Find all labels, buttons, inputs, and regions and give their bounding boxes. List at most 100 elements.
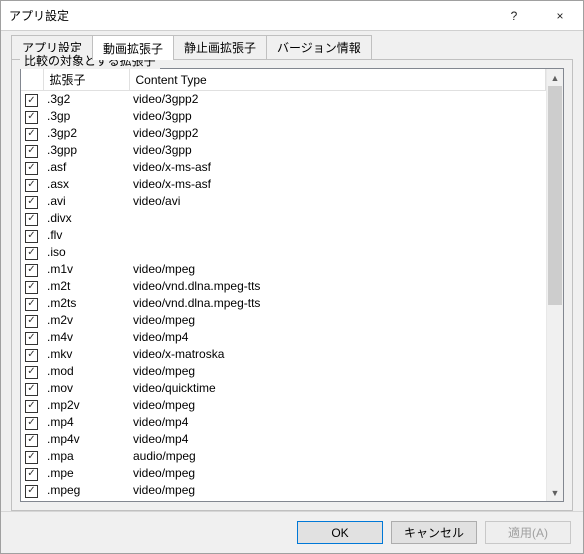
table-row[interactable]: ✓.asxvideo/x-ms-asf <box>21 176 546 193</box>
row-checkbox[interactable]: ✓ <box>25 315 38 328</box>
row-checkbox[interactable]: ✓ <box>25 179 38 192</box>
cell-content-type: video/x-ms-asf <box>129 159 546 176</box>
row-checkbox[interactable]: ✓ <box>25 298 38 311</box>
row-checkbox[interactable]: ✓ <box>25 111 38 124</box>
table-row[interactable]: ✓.divx <box>21 210 546 227</box>
help-icon: ? <box>511 9 518 23</box>
row-checkbox[interactable]: ✓ <box>25 417 38 430</box>
row-checkbox[interactable]: ✓ <box>25 451 38 464</box>
table-row[interactable]: ✓.mp4vvideo/mp4 <box>21 431 546 448</box>
cell-content-type: video/x-matroska <box>129 346 546 363</box>
table-row[interactable]: ✓ .mp4video/mp4 <box>21 414 546 431</box>
cell-content-type: video/mpeg <box>129 363 546 380</box>
table-row[interactable]: ✓ .m2vvideo/mpeg <box>21 312 546 329</box>
column-header-ext[interactable]: 拡張子 <box>43 69 129 91</box>
row-checkbox[interactable]: ✓ <box>25 468 38 481</box>
dialog-button-bar: OK キャンセル 適用(A) <box>1 511 583 553</box>
cell-content-type: video/3gpp <box>129 108 546 125</box>
cancel-button[interactable]: キャンセル <box>391 521 477 544</box>
close-button[interactable]: × <box>537 1 583 31</box>
cell-ext: .flv <box>43 227 129 244</box>
cell-ext: .mpe <box>43 465 129 482</box>
cell-content-type: video/mp4 <box>129 414 546 431</box>
titlebar: アプリ設定 ? × <box>1 1 583 31</box>
row-checkbox[interactable]: ✓ <box>25 94 38 107</box>
tab-version[interactable]: バージョン情報 <box>266 35 372 59</box>
table-row[interactable]: ✓.3gpvideo/3gpp <box>21 108 546 125</box>
table-row[interactable]: ✓.mpaaudio/mpeg <box>21 448 546 465</box>
row-checkbox[interactable]: ✓ <box>25 332 38 345</box>
table-row[interactable]: ✓.avivideo/avi <box>21 193 546 210</box>
close-icon: × <box>556 9 563 23</box>
cell-content-type <box>129 227 546 244</box>
row-checkbox[interactable]: ✓ <box>25 383 38 396</box>
chevron-up-icon: ▲ <box>551 73 560 83</box>
cell-ext: .mkv <box>43 346 129 363</box>
scroll-thumb[interactable] <box>548 86 562 305</box>
table-row[interactable]: ✓ .m1vvideo/mpeg <box>21 261 546 278</box>
scroll-down-button[interactable]: ▼ <box>547 484 563 501</box>
table-row[interactable]: ✓.m2tvideo/vnd.dlna.mpeg-tts <box>21 278 546 295</box>
group-extensions: 比較の対象とする拡張子 拡張子 Content Type ✓.3g2video/… <box>11 59 573 511</box>
table-row[interactable]: ✓ .m2tsvideo/vnd.dlna.mpeg-tts <box>21 295 546 312</box>
help-button[interactable]: ? <box>491 1 537 31</box>
row-checkbox[interactable]: ✓ <box>25 485 38 498</box>
ok-button[interactable]: OK <box>297 521 383 544</box>
row-checkbox[interactable]: ✓ <box>25 434 38 447</box>
table-row[interactable]: ✓.3g2video/3gpp2 <box>21 91 546 108</box>
row-checkbox[interactable]: ✓ <box>25 213 38 226</box>
tab-video-ext[interactable]: 動画拡張子 <box>92 35 174 60</box>
extensions-listview[interactable]: 拡張子 Content Type ✓.3g2video/3gpp2✓.3gpvi… <box>20 68 564 502</box>
cell-content-type: audio/mpeg <box>129 448 546 465</box>
apply-button[interactable]: 適用(A) <box>485 521 571 544</box>
table-row[interactable]: ✓.movvideo/quicktime <box>21 380 546 397</box>
cell-content-type: video/vnd.dlna.mpeg-tts <box>129 295 546 312</box>
cell-content-type: video/3gpp <box>129 142 546 159</box>
cell-ext: .avi <box>43 193 129 210</box>
row-checkbox[interactable]: ✓ <box>25 196 38 209</box>
cell-ext: .m2v <box>43 312 129 329</box>
row-checkbox[interactable]: ✓ <box>25 400 38 413</box>
row-checkbox[interactable]: ✓ <box>25 128 38 141</box>
table-row[interactable]: ✓.mp2vvideo/mpeg <box>21 397 546 414</box>
table-row[interactable]: ✓ .mkvvideo/x-matroska <box>21 346 546 363</box>
row-checkbox[interactable]: ✓ <box>25 366 38 379</box>
row-checkbox[interactable]: ✓ <box>25 162 38 175</box>
cell-ext: .m2ts <box>43 295 129 312</box>
cell-ext: .mpeg <box>43 482 129 499</box>
table-row[interactable]: ✓ .m4vvideo/mp4 <box>21 329 546 346</box>
table-row[interactable]: ✓.iso <box>21 244 546 261</box>
tab-label: 静止画拡張子 <box>184 41 256 55</box>
cell-content-type: video/mp4 <box>129 329 546 346</box>
scroll-up-button[interactable]: ▲ <box>547 69 563 86</box>
cell-ext: .m1v <box>43 261 129 278</box>
cell-content-type <box>129 210 546 227</box>
cell-ext: .mp2v <box>43 397 129 414</box>
cell-ext: .m4v <box>43 329 129 346</box>
cell-content-type: video/mpeg <box>129 261 546 278</box>
cell-content-type: video/x-ms-asf <box>129 176 546 193</box>
table-row[interactable]: ✓ .flv <box>21 227 546 244</box>
cell-content-type <box>129 244 546 261</box>
tab-image-ext[interactable]: 静止画拡張子 <box>173 35 267 59</box>
cell-content-type: video/mpeg <box>129 312 546 329</box>
row-checkbox[interactable]: ✓ <box>25 230 38 243</box>
cell-ext: .3g2 <box>43 91 129 108</box>
row-checkbox[interactable]: ✓ <box>25 247 38 260</box>
tab-label: 動画拡張子 <box>103 42 163 56</box>
vertical-scrollbar[interactable]: ▲ ▼ <box>546 69 563 501</box>
table-row[interactable]: ✓.asfvideo/x-ms-asf <box>21 159 546 176</box>
table-row[interactable]: ✓.modvideo/mpeg <box>21 363 546 380</box>
row-checkbox[interactable]: ✓ <box>25 145 38 158</box>
row-checkbox[interactable]: ✓ <box>25 281 38 294</box>
column-header-content-type[interactable]: Content Type <box>129 69 546 91</box>
table-row[interactable]: ✓.mpegvideo/mpeg <box>21 482 546 499</box>
table-row[interactable]: ✓.3gp2video/3gpp2 <box>21 125 546 142</box>
row-checkbox[interactable]: ✓ <box>25 349 38 362</box>
row-checkbox[interactable]: ✓ <box>25 264 38 277</box>
cell-ext: .mp4 <box>43 414 129 431</box>
scroll-track[interactable] <box>547 86 563 484</box>
table-row[interactable]: ✓.mpevideo/mpeg <box>21 465 546 482</box>
table-row[interactable]: ✓.3gppvideo/3gpp <box>21 142 546 159</box>
column-header-checkbox[interactable] <box>21 69 43 91</box>
